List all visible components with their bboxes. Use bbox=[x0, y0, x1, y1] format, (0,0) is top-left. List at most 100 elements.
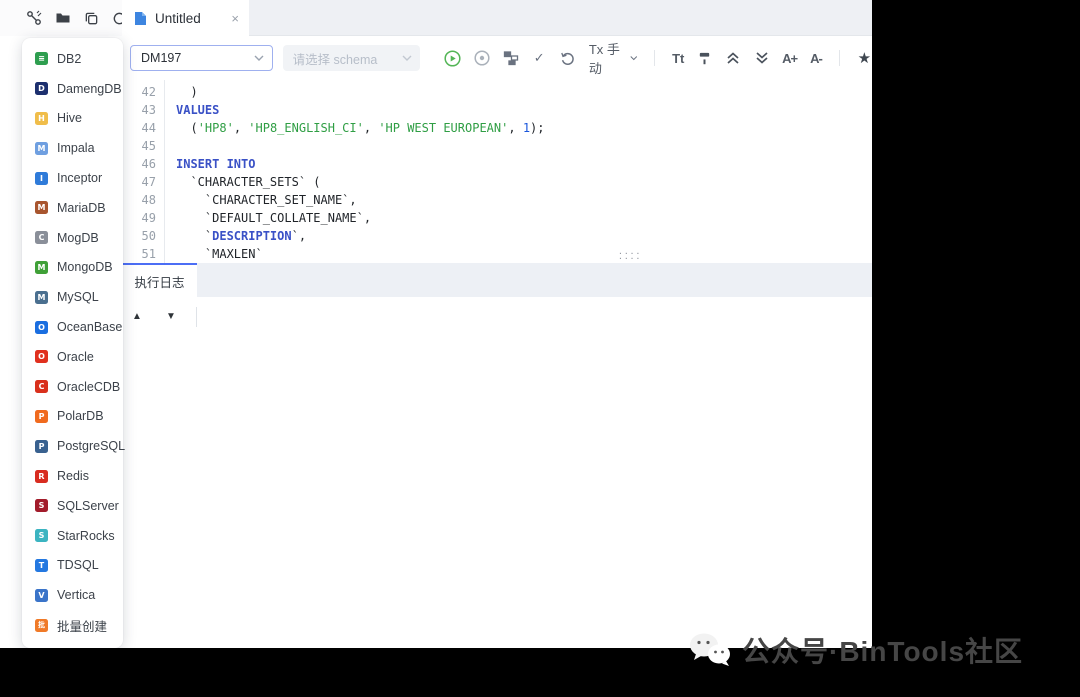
db-item-DamengDB[interactable]: D DamengDB bbox=[22, 74, 123, 104]
toolbar-divider bbox=[654, 50, 656, 66]
splitter-handle[interactable]: ···· ···· bbox=[618, 250, 641, 263]
mongodb-db-icon: M bbox=[35, 260, 48, 274]
db-item-MySQL[interactable]: M MySQL bbox=[22, 282, 123, 312]
db-item-TDSQL[interactable]: T TDSQL bbox=[22, 551, 123, 581]
expand-all-icon[interactable] bbox=[754, 49, 769, 67]
db-item-label: Inceptor bbox=[57, 171, 103, 186]
code-line-48[interactable]: 48 `CHARACTER_SET_NAME`, bbox=[122, 191, 872, 209]
line-text: INSERT INTO bbox=[176, 157, 256, 171]
beautify-icon[interactable] bbox=[697, 49, 712, 67]
collapse-all-icon[interactable] bbox=[726, 49, 741, 67]
favorite-star-icon[interactable]: ★ bbox=[857, 49, 872, 67]
db-item-label: StarRocks bbox=[57, 528, 115, 543]
scroll-up-icon[interactable]: ▲ bbox=[132, 311, 142, 322]
connections-icon[interactable] bbox=[26, 10, 42, 27]
db-item-MongoDB[interactable]: M MongoDB bbox=[22, 253, 123, 283]
watermark-text: 公众号·BinTools社区 bbox=[742, 636, 1024, 667]
db-item-label: DB2 bbox=[57, 51, 82, 66]
code-line-46[interactable]: 46 INSERT INTO bbox=[122, 155, 872, 173]
db-item-DB2[interactable]: ≡ DB2 bbox=[22, 44, 123, 74]
run-button[interactable] bbox=[444, 49, 461, 67]
transaction-mode-dropdown[interactable]: Tx 手动 bbox=[589, 39, 637, 77]
code-line-45[interactable]: 45 bbox=[122, 137, 872, 155]
line-text: ('HP8', 'HP8_ENGLISH_CI', 'HP WEST EUROP… bbox=[176, 121, 545, 135]
db-item-label: SQLServer bbox=[57, 498, 119, 513]
tab-execution-log[interactable]: 执行日志 bbox=[122, 263, 197, 297]
run-selection-button[interactable] bbox=[474, 49, 490, 67]
undo-icon[interactable] bbox=[560, 49, 576, 67]
impala-db-icon: M bbox=[35, 141, 48, 155]
line-text: ) bbox=[176, 85, 198, 99]
db-item-批量创建[interactable]: 批批量创建 bbox=[22, 610, 123, 640]
批量创建-db-icon: 批 bbox=[35, 618, 48, 632]
db-item-Oracle[interactable]: O Oracle bbox=[22, 342, 123, 372]
code-line-47[interactable]: 47 `CHARACTER_SETS` ( bbox=[122, 173, 872, 191]
editor-toolbar: DM197 请选择 schema ✓ Tx 手动 Tt A+ A- ★ bbox=[122, 36, 872, 80]
font-increase-button[interactable]: A+ bbox=[782, 49, 798, 67]
db-item-MariaDB[interactable]: M MariaDB bbox=[22, 193, 123, 223]
damengdb-db-icon: D bbox=[35, 82, 48, 96]
tab-label: Untitled bbox=[155, 10, 201, 26]
format-sql-button[interactable]: Tt bbox=[672, 49, 684, 67]
tdsql-db-icon: T bbox=[35, 558, 48, 572]
line-number: 48 bbox=[141, 193, 156, 207]
db-item-Vertica[interactable]: V Vertica bbox=[22, 580, 123, 610]
db-item-label: MogDB bbox=[57, 230, 99, 245]
db-list: ≡ DB2 D DamengDB H Hive M Impala I Inceptor M Maria… bbox=[22, 44, 126, 640]
code-line-49[interactable]: 49 `DEFAULT_COLLATE_NAME`, bbox=[122, 209, 872, 227]
code-line-50[interactable]: 50 `DESCRIPTION`, bbox=[122, 227, 872, 245]
toolbar-divider bbox=[838, 50, 840, 66]
syntax-check-icon[interactable]: ✓ bbox=[532, 49, 547, 67]
db-item-label: Oracle bbox=[57, 349, 94, 364]
execution-plan-button[interactable] bbox=[503, 49, 519, 67]
watermark: 公众号·BinTools社区 bbox=[688, 630, 1023, 670]
db-item-Impala[interactable]: M Impala bbox=[22, 133, 123, 163]
db-item-label: PostgreSQL bbox=[57, 439, 126, 454]
sqlserver-db-icon: S bbox=[35, 499, 48, 513]
code-line-43[interactable]: 43 VALUES bbox=[122, 101, 872, 119]
line-number: 47 bbox=[141, 175, 156, 189]
db-item-Inceptor[interactable]: I Inceptor bbox=[22, 163, 123, 193]
connection-select[interactable]: DM197 bbox=[130, 45, 273, 71]
redis-db-icon: R bbox=[35, 469, 48, 483]
db-item-PolarDB[interactable]: P PolarDB bbox=[22, 402, 123, 432]
db-item-OceanBase[interactable]: O OceanBase bbox=[22, 312, 123, 342]
chevron-down-icon bbox=[402, 55, 412, 61]
chevron-down-icon bbox=[630, 56, 637, 61]
code-line-44[interactable]: 44 ('HP8', 'HP8_ENGLISH_CI', 'HP WEST EU… bbox=[122, 119, 872, 137]
schema-placeholder: 请选择 schema bbox=[292, 52, 378, 67]
line-text: VALUES bbox=[176, 103, 220, 117]
folder-icon[interactable] bbox=[55, 10, 71, 27]
top-bar: Untitled × bbox=[0, 0, 872, 36]
db-item-label: MongoDB bbox=[57, 260, 113, 275]
starrocks-db-icon: S bbox=[35, 529, 48, 543]
db-item-Hive[interactable]: H Hive bbox=[22, 104, 123, 134]
db-item-label: OracleCDB bbox=[57, 379, 121, 394]
db-item-PostgreSQL[interactable]: P PostgreSQL bbox=[22, 431, 126, 461]
mogdb-db-icon: C bbox=[35, 231, 48, 245]
tab-close-icon[interactable]: × bbox=[231, 12, 239, 25]
db-item-SQLServer[interactable]: S SQLServer bbox=[22, 491, 123, 521]
db2-db-icon: ≡ bbox=[35, 52, 48, 66]
schema-select[interactable]: 请选择 schema bbox=[282, 45, 420, 71]
db-item-OracleCDB[interactable]: C OracleCDB bbox=[22, 372, 123, 402]
db-item-label: MariaDB bbox=[57, 200, 106, 215]
copy-icon[interactable] bbox=[84, 10, 99, 27]
code-line-51[interactable]: 51 `MAXLEN` bbox=[122, 245, 872, 263]
line-number: 46 bbox=[141, 157, 156, 171]
db-item-Redis[interactable]: R Redis bbox=[22, 461, 123, 491]
bottom-panel-content: ▲ ▼ bbox=[122, 297, 872, 648]
line-number: 43 bbox=[141, 103, 156, 117]
font-decrease-button[interactable]: A- bbox=[810, 49, 823, 67]
line-number: 42 bbox=[141, 85, 156, 99]
code-line-42[interactable]: 42 ) bbox=[122, 83, 872, 101]
db-item-StarRocks[interactable]: S StarRocks bbox=[22, 521, 123, 551]
db-item-MogDB[interactable]: C MogDB bbox=[22, 223, 123, 253]
scroll-down-icon[interactable]: ▼ bbox=[166, 311, 176, 322]
tab-untitled[interactable]: Untitled × bbox=[122, 0, 249, 36]
db-item-label: TDSQL bbox=[57, 558, 99, 573]
chevron-down-icon bbox=[254, 55, 264, 61]
bottom-panel-tabs: 执行日志 bbox=[122, 263, 872, 297]
panel-divider bbox=[196, 307, 197, 327]
sql-editor[interactable]: 42 ) 43 VALUES 44 ('HP8', 'HP8_ENGLISH_CI',… bbox=[122, 80, 872, 263]
